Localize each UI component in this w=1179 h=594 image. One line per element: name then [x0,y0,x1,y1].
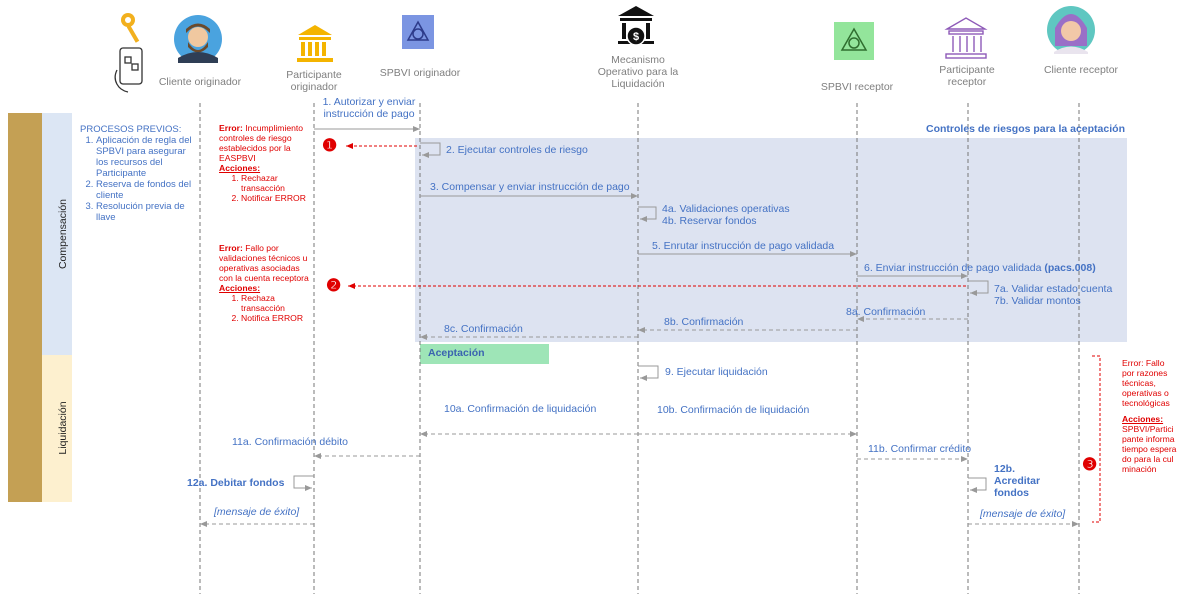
avatar-cliente-receptor [1047,6,1095,54]
step-10b-label: 10b. Confirmación de liquidación [657,404,810,416]
procesos-previos-item: Reserva de fondos del cliente [96,179,200,201]
spbvi-receptor-icon [834,22,874,60]
self-arrow-2 [420,142,441,158]
error-1-label: Error: [219,123,243,133]
error-3-acciones: Acciones: [1122,414,1164,424]
error-2-text: Error: Fallo por validaciones técnicos u… [219,243,313,323]
bank-icon-participante-receptor [944,17,988,59]
error-1-action: Rechazar transacción [241,173,317,193]
error-1-text: Error: Incumplimiento controles de riesg… [219,123,317,203]
step-2-label: 2. Ejecutar controles de riesgo [446,144,588,156]
label-spbvi-receptor: SPBVI receptor [820,81,894,93]
key-icon [121,13,140,43]
step-4b-label: 4b. Reservar fondos [662,215,757,227]
step-10a-label: 10a. Confirmación de liquidación [444,403,597,415]
error-2-label: Error: [219,243,243,253]
step-7a-label: 7a. Validar estado cuenta [994,283,1113,295]
step-6-label: 6. Enviar instrucción de pago validada (… [864,262,1096,274]
error-2-acciones: Acciones: [219,283,261,293]
step-12b-label: 12b. Acreditar fondos [994,463,1041,499]
procesos-previos-item: Aplicación de regla del SPBVI para asegu… [96,135,200,179]
exito-b-label: [mensaje de éxito] [980,508,1066,520]
procesos-previos-item: Resolución previa de llave [96,201,200,223]
error-3-bracket [1092,355,1101,523]
step-1-label: 1. Autorizar y enviar instrucción de pag… [322,96,416,120]
error-2-action: Rechaza transacción [241,293,313,313]
self-arrow-12b [968,477,987,493]
procesos-previos-title: PROCESOS PREVIOS: [80,124,182,135]
step-5-label: 5. Enrutar instrucción de pago validada [652,240,835,252]
step-8b-label: 8b. Confirmación [664,316,744,328]
region-title: Controles de riesgos para la aceptación [926,123,1125,135]
step-4a-label: 4a. Validaciones operativas [662,203,790,215]
step-12a-label: 12a. Debitar fondos [187,477,285,489]
bank-icon-mecanismo: $ [618,6,654,46]
label-cliente-originador: Cliente originador [158,76,242,88]
error-2-marker: ❷ [326,276,342,295]
spbvi-originador-icon [402,15,434,49]
error-3-text: Error: Fallo por razones técnicas, opera… [1122,358,1178,474]
error-2-action: Notifica ERROR [241,313,313,323]
self-arrow-12a [293,475,314,491]
label-mecanismo: Mecanismo Operativo para la Liquidación [597,54,679,90]
error-3-desc: Error: Fallo por razones técnicas, opera… [1122,358,1170,408]
step-8c-label: 8c. Confirmación [444,323,523,335]
step-8a-label: 8a. Confirmación [846,306,926,318]
self-arrow-4 [638,206,657,222]
step-9-label: 9. Ejecutar liquidación [665,366,768,378]
error-3-marker: ❸ [1082,455,1098,474]
label-participante-receptor: Participante receptor [939,64,995,88]
label-spbvi-originador: SPBVI originador [379,67,461,79]
self-arrow-7 [968,280,989,296]
step-7b-label: 7b. Validar montos [994,295,1081,307]
error-1-acciones: Acciones: [219,163,261,173]
procesos-previos: PROCESOS PREVIOS: Aplicación de regla de… [80,124,200,223]
step-11a-label: 11a. Confirmación débito [232,436,348,448]
error-1-marker: ❶ [322,136,338,155]
label-cliente-receptor: Cliente receptor [1043,64,1119,76]
bank-icon-participante-originador [297,25,333,62]
svg-text:$: $ [633,31,639,43]
step-11b-label: 11b. Confirmar crédito [868,443,972,455]
error-3-body: SPBVI/Participante informa tiempo espera… [1122,424,1177,474]
label-participante-originador: Participante originador [286,69,342,93]
error-1-action: Notificar ERROR [241,193,317,203]
step-6-msg: (pacs.008) [1044,262,1096,274]
exito-a-label: [mensaje de éxito] [214,506,300,518]
avatar-cliente-originador [174,15,222,63]
self-arrow-9 [638,365,659,381]
step-3-label: 3. Compensar y enviar instrucción de pag… [430,181,630,193]
phone-qr-icon [114,47,143,93]
step-6-text: 6. Enviar instrucción de pago validada [864,262,1042,274]
